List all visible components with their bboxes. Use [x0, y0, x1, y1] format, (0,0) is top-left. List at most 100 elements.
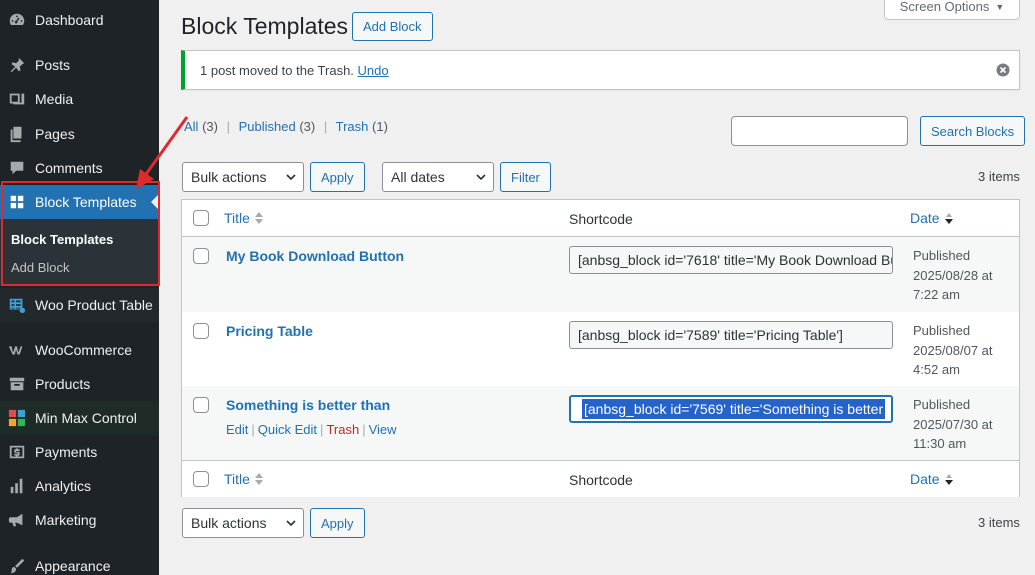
sidebar-item-label: Products [35, 376, 91, 392]
view-published-link[interactable]: Published [239, 119, 296, 134]
sidebar-item-label: Pages [35, 126, 75, 142]
pages-icon [7, 124, 27, 144]
view-all-link[interactable]: All [184, 119, 198, 134]
sidebar-item-analytics[interactable]: Analytics [0, 469, 159, 503]
dates-filter-select[interactable]: All dates [382, 162, 494, 192]
sidebar-item-block-templates[interactable]: Block Templates [0, 185, 159, 219]
screen-options-toggle[interactable]: Screen Options ▼ [884, 0, 1020, 20]
table-footer: Title Shortcode Date [182, 460, 1019, 497]
grid-icon [7, 192, 27, 212]
column-shortcode-footer: Shortcode [569, 472, 633, 488]
sidebar-item-label: Payments [35, 444, 98, 460]
sidebar-item-label: Min Max Control [35, 410, 137, 426]
sidebar-item-dashboard[interactable]: Dashboard [0, 3, 159, 37]
sidebar-item-min-max-control[interactable]: Min Max Control [0, 401, 159, 435]
chevron-down-icon [286, 520, 296, 527]
select-all-checkbox[interactable] [193, 210, 209, 226]
column-date-sort[interactable]: Date [910, 210, 954, 226]
blocks-table: Title Shortcode Date My Book Download Bu… [181, 199, 1020, 497]
table-row: Something is better than Edit | Quick Edit… [182, 386, 1019, 461]
dates-filter-value: All dates [391, 169, 445, 185]
bulk-actions-select[interactable]: Bulk actions [182, 162, 304, 192]
selected-shortcode-text: [anbsg_block id='7569' title='Something … [577, 399, 891, 419]
bulk-actions-select-bottom[interactable]: Bulk actions [182, 508, 304, 538]
items-count-bottom: 3 items [978, 515, 1020, 530]
search-blocks-button[interactable]: Search Blocks [920, 116, 1026, 146]
table-row: Pricing Table [anbsg_block id='7589' tit… [182, 312, 1019, 387]
trash-link[interactable]: Trash [326, 422, 359, 437]
sidebar-item-payments[interactable]: Payments [0, 435, 159, 469]
sidebar-item-label: Analytics [35, 478, 92, 494]
sidebar-item-label: Media [35, 91, 74, 107]
row-checkbox[interactable] [193, 397, 209, 413]
success-notice: 1 post moved to the Trash. Undo [181, 50, 1020, 90]
sidebar-item-media[interactable]: Media [0, 82, 159, 116]
sidebar-item-label: Block Templates [35, 194, 137, 210]
table-row: My Book Download Button [anbsg_block id=… [182, 237, 1019, 312]
sidebar-item-posts[interactable]: Posts [0, 48, 159, 82]
comments-icon [7, 158, 27, 178]
sidebar-item-marketing[interactable]: Marketing [0, 503, 159, 537]
bulk-actions-value: Bulk actions [191, 515, 267, 531]
sort-icon [254, 473, 263, 485]
sidebar-item-appearance[interactable]: Appearance [0, 549, 159, 575]
caret-down-icon: ▼ [995, 1, 1005, 12]
select-all-checkbox-footer[interactable] [193, 471, 209, 487]
chevron-down-icon [476, 174, 486, 181]
status-views: All (3) | Published (3) | Trash (1) [184, 119, 388, 134]
block-templates-submenu: Block Templates Add Block [0, 219, 159, 285]
sidebar-item-label: Woo Product Table [35, 297, 153, 313]
view-trash-link[interactable]: Trash [336, 119, 369, 134]
notice-message: 1 post moved to the Trash. [200, 63, 354, 78]
undo-link[interactable]: Undo [358, 63, 389, 78]
row-checkbox[interactable] [193, 323, 209, 339]
media-icon [7, 89, 27, 109]
sidebar-item-label: Appearance [35, 558, 111, 574]
sidebar-item-woo-product-table[interactable]: Woo Product Table [0, 288, 159, 322]
edit-link[interactable]: Edit [226, 422, 248, 437]
submenu-item-block-templates[interactable]: Block Templates [11, 232, 113, 247]
sidebar-item-woocommerce[interactable]: WooCommerce [0, 333, 159, 367]
row-title-link[interactable]: My Book Download Button [226, 248, 404, 264]
add-block-button[interactable]: Add Block [352, 12, 433, 41]
sidebar-item-pages[interactable]: Pages [0, 117, 159, 151]
sidebar-item-label: Marketing [35, 512, 97, 528]
sidebar-item-label: Comments [35, 160, 103, 176]
filter-button[interactable]: Filter [500, 162, 551, 192]
screen-options-label: Screen Options [899, 0, 990, 14]
shortcode-field-selected[interactable]: [anbsg_block id='7569' title='Something … [569, 395, 893, 423]
apply-button-bottom[interactable]: Apply [310, 508, 365, 538]
calculator-icon [7, 408, 27, 428]
row-title-link[interactable]: Something is better than [226, 397, 390, 413]
sidebar-item-label: Posts [35, 57, 71, 73]
row-actions: Edit | Quick Edit | Trash | View [226, 422, 397, 437]
apply-button[interactable]: Apply [310, 162, 365, 192]
search-input[interactable] [731, 116, 908, 146]
sidebar-item-products[interactable]: Products [0, 367, 159, 401]
sort-icon [254, 212, 263, 224]
date-cell: Published 2025/07/30 at 11:30 am [913, 397, 993, 451]
megaphone-icon [7, 510, 27, 530]
column-date-sort-footer[interactable]: Date [910, 471, 954, 487]
sidebar-item-label: Dashboard [35, 12, 104, 28]
view-all-count: (3) [202, 119, 218, 134]
view-published-count: (3) [299, 119, 316, 134]
sidebar-item-comments[interactable]: Comments [0, 151, 159, 185]
shortcode-field[interactable]: [anbsg_block id='7589' title='Pricing Ta… [569, 321, 893, 349]
dismiss-icon[interactable] [995, 62, 1011, 78]
row-title-link[interactable]: Pricing Table [226, 323, 313, 339]
items-count: 3 items [978, 169, 1020, 184]
column-title-sort[interactable]: Title [224, 210, 264, 226]
shortcode-field[interactable]: [anbsg_block id='7618' title='My Book Do… [569, 246, 893, 274]
column-shortcode: Shortcode [569, 211, 633, 227]
quick-edit-link[interactable]: Quick Edit [258, 422, 317, 437]
view-link[interactable]: View [369, 422, 397, 437]
bulk-actions-value: Bulk actions [191, 169, 267, 185]
submenu-item-add-block[interactable]: Add Block [11, 260, 70, 275]
row-checkbox[interactable] [193, 248, 209, 264]
column-title-sort-footer[interactable]: Title [224, 471, 264, 487]
chevron-down-icon [286, 174, 296, 181]
woo-icon [7, 340, 27, 360]
dashboard-icon [7, 10, 27, 30]
view-trash-count: (1) [372, 119, 388, 134]
